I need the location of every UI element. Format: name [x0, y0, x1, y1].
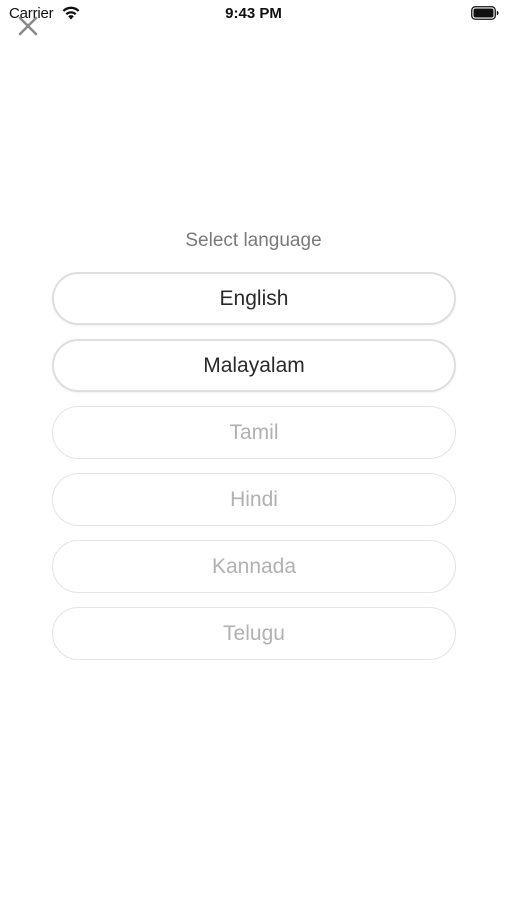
close-icon [18, 16, 38, 36]
language-option-kannada[interactable]: Kannada [52, 540, 456, 593]
language-options: English Malayalam Tamil Hindi Kannada Te… [52, 272, 456, 674]
language-option-malayalam[interactable]: Malayalam [52, 339, 456, 392]
page-title: Select language [185, 230, 322, 251]
language-label: Tamil [229, 420, 279, 444]
language-label: Telugu [223, 621, 285, 645]
language-label: Malayalam [203, 353, 305, 377]
language-label: Hindi [230, 487, 278, 511]
language-label: Kannada [211, 554, 297, 578]
language-option-english[interactable]: English [52, 272, 456, 325]
language-option-hindi[interactable]: Hindi [52, 473, 456, 526]
battery-icon [471, 6, 499, 20]
language-label: English [219, 286, 289, 310]
status-bar: Carrier 9:43 PM [0, 0, 507, 28]
language-option-telugu[interactable]: Telugu [52, 607, 456, 660]
close-button[interactable] [17, 15, 39, 37]
language-option-tamil[interactable]: Tamil [52, 406, 456, 459]
status-time: 9:43 PM [225, 5, 282, 22]
